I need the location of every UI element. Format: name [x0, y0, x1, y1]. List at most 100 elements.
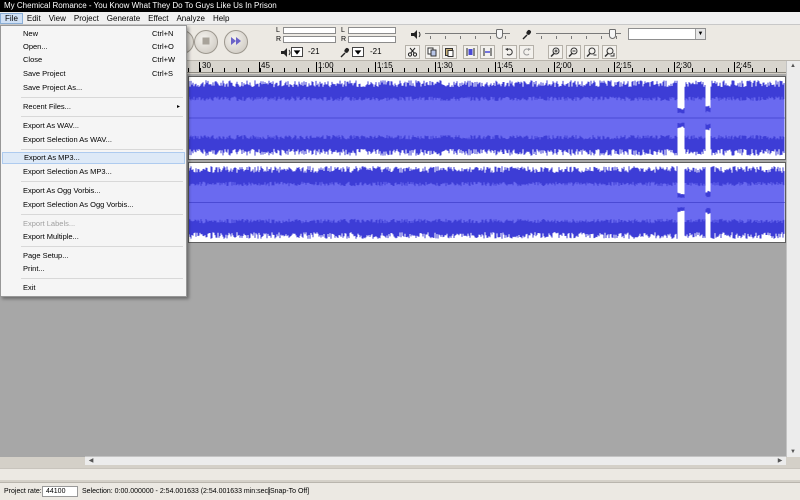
playback-meter-value: -21 — [308, 47, 320, 56]
file-menu-item-export-selection-ogg[interactable]: Export Selection As Ogg Vorbis... — [2, 199, 185, 211]
menu-help[interactable]: Help — [209, 13, 233, 24]
ruler-label: 2:15 — [616, 61, 632, 70]
ruler-label: 1:00 — [318, 61, 334, 70]
file-menu-item-export-ogg[interactable]: Export As Ogg Vorbis... — [2, 185, 185, 197]
file-menu-item-print[interactable]: Print... — [2, 263, 185, 275]
paste-button[interactable] — [442, 45, 457, 59]
redo-button[interactable] — [519, 45, 534, 59]
redo-icon — [523, 48, 531, 56]
input-volume-thumb[interactable] — [609, 29, 616, 39]
silence-button[interactable] — [480, 45, 495, 59]
menu-separator — [21, 181, 183, 182]
file-menu-item-export-labels: Export Labels... — [23, 219, 76, 228]
menu-edit[interactable]: Edit — [23, 13, 45, 24]
zoom-in-button[interactable] — [548, 45, 563, 59]
file-menu-item-exit[interactable]: Exit — [2, 282, 185, 294]
zoom-in-icon — [550, 47, 560, 57]
scroll-right-icon[interactable]: ▶ — [775, 457, 785, 464]
copy-button[interactable] — [425, 45, 440, 59]
vertical-scrollbar[interactable]: ▲ ▼ — [786, 61, 800, 457]
menu-view[interactable]: View — [45, 13, 70, 24]
zoom-out-button[interactable] — [566, 45, 581, 59]
ruler-label: 2:45 — [736, 61, 752, 70]
output-volume-slider[interactable] — [425, 28, 510, 40]
input-volume-icon — [520, 28, 534, 40]
fit-project-icon — [604, 47, 615, 57]
menu-generate[interactable]: Generate — [103, 13, 144, 24]
file-menu-item-open[interactable]: Open... Ctrl+O — [2, 41, 185, 53]
stop-button[interactable] — [194, 30, 218, 54]
input-volume-slider[interactable] — [536, 28, 621, 40]
file-menu-item-export-multiple[interactable]: Export Multiple... — [2, 231, 185, 243]
record-meter-right — [348, 36, 396, 43]
file-menu-item-new[interactable]: New Ctrl+N — [2, 28, 185, 40]
fit-selection-icon — [586, 47, 597, 57]
menu-bar: File Edit View Project Generate Effect A… — [0, 12, 800, 25]
undo-button[interactable] — [502, 45, 517, 59]
fast-forward-button[interactable] — [224, 30, 248, 54]
rec-meter-right-label: R — [341, 36, 347, 43]
menu-separator — [21, 97, 183, 98]
menu-separator — [21, 246, 183, 247]
window-title: My Chemical Romance - You Know What They… — [0, 0, 800, 12]
menu-file[interactable]: File — [0, 12, 23, 24]
ruler-label: 1:15 — [377, 61, 393, 70]
copy-icon — [427, 47, 437, 57]
silence-icon — [483, 48, 492, 56]
device-select[interactable]: ▼ — [628, 28, 706, 40]
audio-track-left[interactable] — [188, 76, 786, 160]
file-menu-item-export-selection-mp3[interactable]: Export Selection As MP3... — [2, 166, 185, 178]
ruler-label: 45 — [261, 61, 270, 70]
chevron-down-icon[interactable]: ▼ — [695, 29, 705, 39]
fit-selection-button[interactable] — [584, 45, 599, 59]
output-volume-thumb[interactable] — [496, 29, 503, 39]
file-menu-item-export-mp3[interactable]: Export As MP3... — [2, 152, 185, 164]
trim-button[interactable] — [463, 45, 478, 59]
ruler-label: 2:00 — [556, 61, 572, 70]
horizontal-scrollbar[interactable]: ◀ ▶ — [85, 456, 786, 465]
selection-toolbar — [0, 468, 800, 480]
fit-project-button[interactable] — [602, 45, 617, 59]
snap-status: [Snap-To Off] — [268, 488, 310, 495]
submenu-arrow-icon: ▸ — [176, 104, 180, 110]
undo-icon — [505, 48, 513, 56]
record-meter-value: -21 — [370, 47, 382, 56]
scroll-up-icon[interactable]: ▲ — [788, 63, 798, 69]
microphone-icon[interactable] — [338, 46, 352, 58]
scroll-down-icon[interactable]: ▼ — [788, 449, 798, 455]
record-meter-dropdown[interactable] — [352, 47, 364, 57]
menu-separator — [21, 116, 183, 117]
record-meter-left — [348, 27, 396, 34]
project-rate-label: Project rate: — [4, 488, 42, 495]
status-bar: Project rate: 44100 Selection: 0:00.0000… — [0, 482, 800, 500]
menu-effect[interactable]: Effect — [144, 13, 172, 24]
file-menu-item-page-setup[interactable]: Page Setup... — [2, 250, 185, 262]
audio-track-right[interactable] — [188, 162, 786, 243]
cut-icon — [407, 47, 418, 57]
paste-icon — [445, 48, 454, 57]
file-menu-item-recent-files[interactable]: Recent Files... ▸ — [2, 101, 185, 113]
ruler-label: 1:30 — [437, 61, 453, 70]
project-rate-input[interactable]: 44100 — [42, 486, 78, 497]
menu-separator — [21, 149, 183, 150]
playback-meter-dropdown[interactable] — [291, 47, 303, 57]
file-menu-item-close[interactable]: Close Ctrl+W — [2, 54, 185, 66]
meter-left-label: L — [276, 27, 280, 34]
file-menu-item-export-wav[interactable]: Export As WAV... — [2, 120, 185, 132]
rec-meter-left-label: L — [341, 27, 345, 34]
menu-separator — [21, 214, 183, 215]
meter-right-label: R — [276, 36, 282, 43]
waveform-left[interactable] — [189, 77, 785, 159]
file-menu-item-save-project-as[interactable]: Save Project As... — [2, 82, 185, 94]
cut-button[interactable] — [405, 45, 420, 59]
file-menu-item-save-project[interactable]: Save Project Ctrl+S — [2, 68, 185, 80]
ruler-label: 1:45 — [497, 61, 513, 70]
stop-icon — [200, 35, 212, 49]
menu-separator — [21, 278, 183, 279]
waveform-right[interactable] — [189, 163, 785, 242]
menu-project[interactable]: Project — [70, 13, 103, 24]
file-menu-item-export-selection-wav[interactable]: Export Selection As WAV... — [2, 134, 185, 146]
menu-analyze[interactable]: Analyze — [172, 13, 208, 24]
output-volume-icon — [409, 28, 423, 40]
scroll-left-icon[interactable]: ◀ — [86, 457, 96, 464]
